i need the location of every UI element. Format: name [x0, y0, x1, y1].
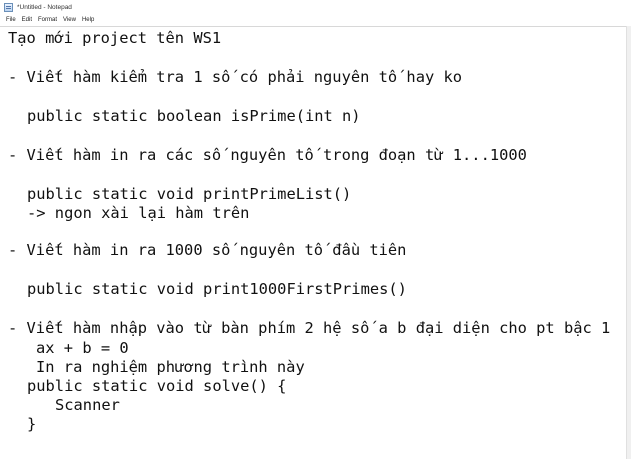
menu-file[interactable]: File — [0, 17, 19, 23]
text-line: } — [27, 415, 37, 433]
text-line: public static void print1000FirstPrimes(… — [27, 280, 407, 298]
text-line: - Viết hàm in ra 1000 số nguyên tố đầu t… — [8, 241, 407, 259]
menu-help[interactable]: Help — [79, 17, 97, 23]
window-title: *Untitled - Notepad — [17, 3, 72, 11]
notepad-icon — [4, 2, 13, 12]
text-line: public static boolean isPrime(int n) — [27, 107, 361, 125]
text-line: In ra nghiệm phương trình này — [36, 358, 305, 376]
text-line: Tạo mới project tên WS1 — [8, 29, 222, 47]
text-line: public static void solve() { — [27, 377, 287, 395]
menu-format[interactable]: Format — [35, 17, 60, 23]
text-line: ax + b = 0 — [36, 339, 129, 357]
text-line: - Viết hàm nhập vào từ bàn phím 2 hệ số … — [8, 319, 611, 337]
text-line: public static void printPrimeList() — [27, 185, 352, 203]
text-line: - Viết hàm kiểm tra 1 số có phải nguyên … — [8, 68, 463, 86]
text-line: -> ngon xài lại hàm trên — [27, 204, 250, 222]
text-line: - Viết hàm in ra các số nguyên tố trong … — [8, 146, 527, 164]
notepad-window: *Untitled - Notepad File Edit Format Vie… — [0, 0, 631, 459]
menu-edit[interactable]: Edit — [19, 17, 35, 23]
text-editor-area[interactable]: Tạo mới project tên WS1 - Viết hàm kiểm … — [0, 26, 631, 459]
menu-bar: File Edit Format View Help — [0, 14, 631, 26]
menu-view[interactable]: View — [60, 17, 79, 23]
title-bar[interactable]: *Untitled - Notepad — [0, 0, 631, 14]
vertical-scrollbar[interactable] — [626, 26, 631, 459]
text-line: Scanner — [55, 396, 120, 414]
